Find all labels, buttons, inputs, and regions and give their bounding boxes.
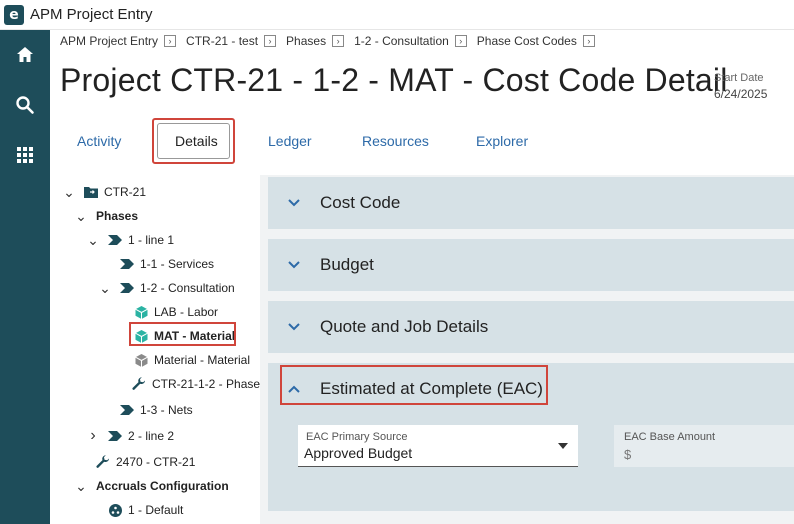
tree-node-line1[interactable]: ⌄ 1 - line 1 — [86, 229, 174, 251]
tree-node-lab[interactable]: LAB - Labor — [134, 301, 218, 323]
field-value: $ — [624, 447, 632, 462]
phase-icon — [108, 233, 122, 247]
tree-label: 2470 - CTR-21 — [116, 455, 196, 469]
chevron-down-icon[interactable]: ⌄ — [74, 478, 88, 495]
cube-icon — [134, 305, 148, 319]
dropdown-arrow-icon[interactable] — [558, 443, 568, 449]
breadcrumb-item[interactable]: Phase Cost Codes › — [477, 34, 595, 48]
home-button[interactable] — [0, 30, 50, 80]
chevron-down-icon[interactable]: ⌄ — [86, 232, 100, 249]
tab-explorer[interactable]: Explorer — [476, 133, 528, 149]
phase-icon — [120, 257, 134, 271]
cube-icon — [134, 353, 148, 367]
tree-node-services[interactable]: 1-1 - Services — [120, 253, 214, 275]
section-title: Budget — [320, 255, 374, 274]
tree-node-default[interactable]: 1 - Default — [108, 499, 183, 521]
tree-label: CTR-21 — [104, 185, 147, 199]
start-date-value: 6/24/2025 — [714, 87, 768, 101]
tab-ledger[interactable]: Ledger — [268, 133, 312, 149]
field-value: Approved Budget — [304, 445, 413, 461]
eac-primary-source-select[interactable]: EAC Primary Source Approved Budget — [298, 425, 578, 467]
tab-details[interactable]: Details — [175, 133, 218, 149]
breadcrumb-link-phase-cost-codes[interactable]: Phase Cost Codes — [477, 34, 577, 48]
breadcrumb-link-consultation[interactable]: 1-2 - Consultation — [354, 34, 449, 48]
tab-resources[interactable]: Resources — [362, 133, 429, 149]
breadcrumb-item[interactable]: 1-2 - Consultation › — [354, 34, 467, 48]
chevron-down-icon[interactable] — [288, 323, 312, 331]
chevron-right-icon[interactable]: › — [164, 35, 177, 47]
folder-icon — [84, 185, 98, 199]
chevron-right-icon[interactable]: › — [264, 35, 277, 47]
tree-node-line2[interactable]: › 2 - line 2 — [86, 425, 174, 447]
field-label: EAC Base Amount — [624, 431, 716, 443]
phase-icon — [108, 429, 122, 443]
tree-node-consultation[interactable]: ⌄ 1-2 - Consultation — [98, 277, 235, 299]
title-bar: e APM Project Entry — [0, 0, 794, 30]
tree-node-2470[interactable]: 2470 - CTR-21 — [96, 451, 195, 473]
chevron-right-icon[interactable]: › — [332, 35, 345, 47]
tree-label: Material - Material — [154, 353, 251, 367]
breadcrumb-item[interactable]: Phases › — [286, 34, 345, 48]
tree-node-root[interactable]: ⌄ CTR-21 — [62, 181, 146, 203]
breadcrumb-link-phases[interactable]: Phases — [286, 34, 326, 48]
tree-label: 1-2 - Consultation — [140, 281, 235, 295]
chevron-down-icon[interactable]: ⌄ — [74, 208, 88, 225]
mat-highlight — [129, 322, 236, 346]
wrench-icon — [132, 377, 146, 391]
app-title: APM Project Entry — [30, 6, 153, 23]
phase-icon — [120, 281, 134, 295]
tree-label: Accruals Configuration — [96, 479, 229, 493]
tree-label: 1 - Default — [128, 503, 184, 517]
tree-node-nets[interactable]: 1-3 - Nets — [120, 399, 193, 421]
tree-node-material[interactable]: Material - Material — [134, 349, 250, 371]
tree-label: 1-3 - Nets — [140, 403, 193, 417]
tab-activity[interactable]: Activity — [77, 133, 121, 149]
field-label: EAC Primary Source — [306, 431, 408, 443]
breadcrumb-link-apm[interactable]: APM Project Entry — [60, 34, 158, 48]
breadcrumb-item[interactable]: CTR-21 - test › — [186, 34, 277, 48]
tree-label: CTR-21-1-2 - Phase 1- — [152, 377, 275, 391]
eac-highlight — [280, 365, 548, 405]
accrual-icon — [108, 503, 122, 517]
page-title: Project CTR-21 - 1-2 - MAT - Cost Code D… — [60, 62, 728, 98]
chevron-down-icon[interactable]: ⌄ — [98, 280, 112, 297]
chevron-down-icon[interactable]: ⌄ — [62, 184, 76, 201]
left-rail — [0, 30, 50, 524]
section-quote-job-details[interactable]: Quote and Job Details — [268, 301, 794, 353]
chevron-right-icon[interactable]: › — [86, 427, 100, 445]
breadcrumb-link-project[interactable]: CTR-21 - test — [186, 34, 258, 48]
start-date-label: Start Date — [714, 72, 764, 84]
apps-grid-icon — [17, 147, 33, 163]
wrench-icon — [96, 455, 110, 469]
home-icon — [17, 47, 33, 62]
chevron-right-icon[interactable]: › — [454, 35, 467, 47]
tree-label: LAB - Labor — [154, 305, 219, 319]
chevron-down-icon[interactable] — [288, 199, 312, 207]
section-title: Cost Code — [320, 193, 401, 212]
phase-icon — [120, 403, 134, 417]
section-title: Quote and Job Details — [320, 317, 489, 336]
eac-section-body: EAC Primary Source Approved Budget EAC B… — [268, 411, 794, 511]
detail-panel: Cost Code Budget Quote and Job Details E… — [260, 175, 794, 524]
section-budget[interactable]: Budget — [268, 239, 794, 291]
eac-base-amount-field: EAC Base Amount $ — [614, 425, 794, 467]
tree-label: Phases — [96, 209, 139, 223]
tree-label: 1-1 - Services — [140, 257, 215, 271]
tree-label: 2 - line 2 — [128, 429, 175, 443]
search-icon — [16, 96, 34, 114]
breadcrumb-item[interactable]: APM Project Entry › — [60, 34, 177, 48]
tree-node-phase-item[interactable]: CTR-21-1-2 - Phase 1- — [132, 373, 274, 395]
project-tree: ⌄ CTR-21 ⌄ Phases ⌄ 1 - line 1 1-1 - Ser… — [50, 175, 274, 524]
chevron-down-icon[interactable] — [288, 261, 312, 269]
apps-button[interactable] — [0, 130, 50, 180]
tree-node-accruals[interactable]: ⌄ Accruals Configuration — [74, 475, 229, 497]
breadcrumb: APM Project Entry › CTR-21 - test › Phases… — [60, 32, 605, 50]
tree-label: 1 - line 1 — [128, 233, 175, 247]
section-cost-code[interactable]: Cost Code — [268, 177, 794, 229]
app-logo-icon: e — [4, 4, 24, 25]
chevron-right-icon[interactable]: › — [582, 35, 595, 47]
search-button[interactable] — [0, 80, 50, 130]
tree-node-phases[interactable]: ⌄ Phases — [74, 205, 138, 227]
